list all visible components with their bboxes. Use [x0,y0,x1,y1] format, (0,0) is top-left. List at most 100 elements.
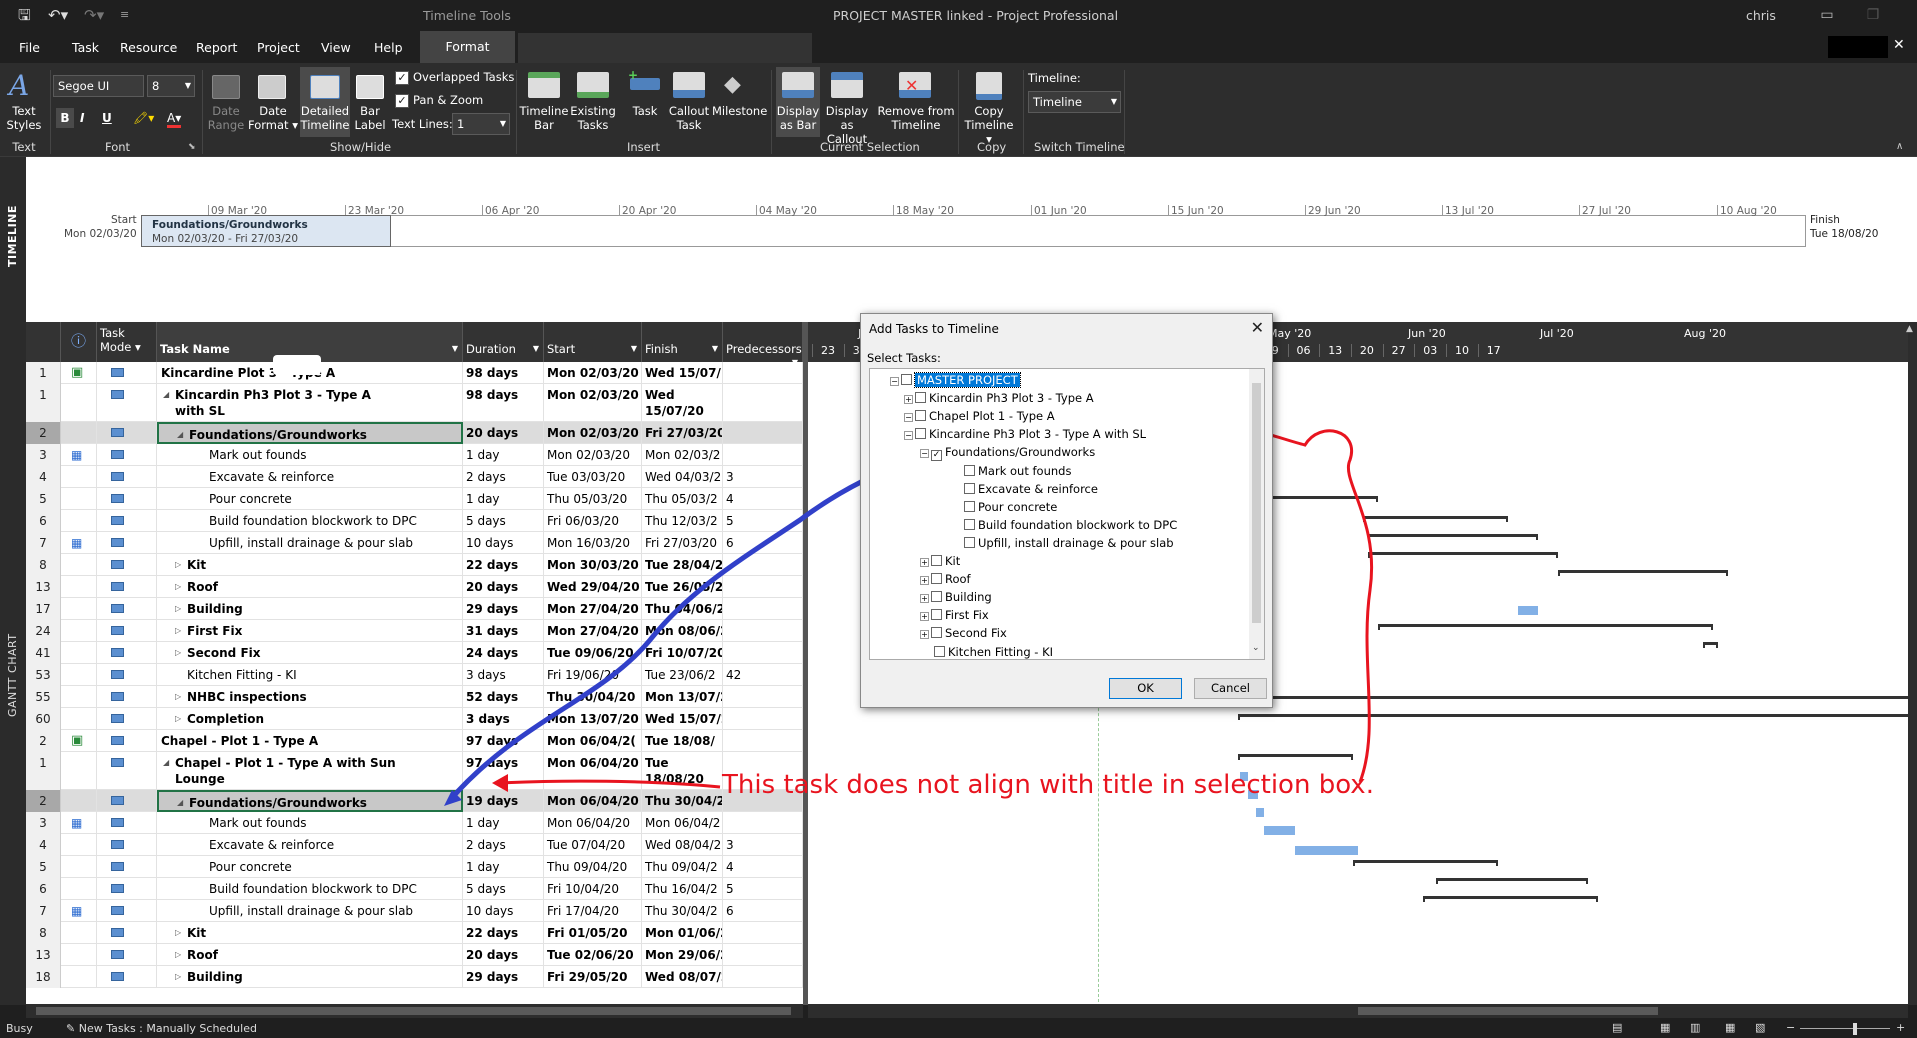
tree-checkbox[interactable]: ✓ [931,450,942,462]
task-mode-cell[interactable] [97,834,157,856]
predecessors-cell[interactable] [723,384,803,422]
task-mode-cell[interactable] [97,900,157,922]
tree-checkbox[interactable] [915,410,926,422]
view-report-icon[interactable]: ▧ [1755,1021,1765,1034]
task-name-cell[interactable]: Mark out founds [157,812,463,834]
row-id[interactable]: 13 [26,944,61,966]
row-id[interactable]: 6 [26,878,61,900]
duration-cell[interactable]: 3 days [463,708,544,730]
row-id[interactable]: 6 [26,510,61,532]
row-id[interactable]: 1 [26,752,61,790]
task-name-cell[interactable]: Build foundation blockwork to DPC [157,878,463,900]
table-row[interactable]: 8 ▷ Kit 22 days Fri 01/05/20 Mon 01/06/2 [26,922,803,944]
task-mode-cell[interactable] [97,362,157,384]
ribbon-options-icon[interactable]: ▭ [1804,0,1850,31]
text-styles-button[interactable]: Text Styles [4,104,44,132]
duration-cell[interactable]: 1 day [463,856,544,878]
tree-item[interactable]: − ✓ Foundations/Groundworks [920,443,1095,462]
table-row[interactable]: 53 Kitchen Fitting - KI 3 days Fri 19/06/20… [26,664,803,686]
predecessors-cell[interactable] [723,730,803,752]
duration-cell[interactable]: 20 days [463,944,544,966]
summary-bar[interactable] [1558,570,1728,576]
expand-icon[interactable]: + [920,630,929,640]
table-row[interactable]: 41 ▷ Second Fix 24 days Tue 09/06/20 Fri 10/0… [26,642,803,664]
tree-checkbox[interactable] [931,573,942,585]
expand-icon[interactable]: ▷ [175,708,181,730]
table-row[interactable]: 7 ▦ Upfill, install drainage & pour slab 10… [26,900,803,922]
expand-icon[interactable]: ▷ [175,598,181,620]
predecessors-cell[interactable] [723,576,803,598]
finish-cell[interactable]: Thu 09/04/2 [642,856,723,878]
start-cell[interactable]: Fri 10/04/20 [544,878,642,900]
start-cell[interactable]: Mon 06/04/20 [544,812,642,834]
collapse-icon[interactable]: − [890,377,899,386]
row-id[interactable]: 2 [26,422,61,444]
row-id[interactable]: 8 [26,554,61,576]
finish-cell[interactable]: Thu 30/04/20 [642,790,723,812]
italic-button[interactable]: I [80,108,84,128]
summary-bar[interactable] [1238,714,1908,720]
user-name[interactable]: chris [1746,8,1776,23]
start-cell[interactable]: Tue 02/06/20 [544,944,642,966]
tree-item[interactable]: − Chapel Plot 1 - Type A [904,407,1055,425]
summary-bar[interactable] [1238,696,1908,702]
grid-scroll-thumb[interactable] [36,1007,791,1015]
start-cell[interactable]: Mon 06/04/20 [544,752,642,790]
tree-checkbox[interactable] [915,428,926,440]
row-id[interactable]: 7 [26,532,61,554]
start-cell[interactable]: Fri 01/05/20 [544,922,642,944]
chart-scroll-thumb[interactable] [1358,1007,1658,1015]
task-name-cell[interactable]: Upfill, install drainage & pour slab [157,532,463,554]
date-format-button[interactable]: Date Format ▾ [248,104,298,132]
duration-cell[interactable]: 2 days [463,466,544,488]
task-name-cell[interactable]: Mark out founds [157,444,463,466]
predecessors-cell[interactable] [723,708,803,730]
finish-cell[interactable]: Tue 28/04/2 [642,554,723,576]
tree-checkbox[interactable] [931,627,942,639]
start-cell[interactable]: Thu 05/03/20 [544,488,642,510]
expand-icon[interactable]: ▷ [175,922,181,944]
row-id[interactable]: 13 [26,576,61,598]
start-cell[interactable]: Mon 02/03/20 [544,444,642,466]
table-row[interactable]: 13 ▷ Roof 20 days Wed 29/04/20 Tue 26/05/2 [26,576,803,598]
start-cell[interactable]: Mon 06/04/20 [544,790,642,812]
start-cell[interactable]: Mon 06/04/2( [544,730,642,752]
task-mode-cell[interactable] [97,856,157,878]
duration-cell[interactable]: 5 days [463,510,544,532]
task-name-cell[interactable]: ▷ Roof [157,576,463,598]
finish-cell[interactable]: Fri 27/03/20 [642,422,723,444]
tab-format[interactable]: Format [420,31,515,63]
duration-cell[interactable]: 31 days [463,620,544,642]
expand-icon[interactable]: ▷ [175,554,181,576]
row-id[interactable]: 5 [26,856,61,878]
tree-scroll-thumb[interactable] [1252,383,1261,623]
view-team-planner-icon[interactable]: ▥ [1690,1021,1700,1034]
finish-cell[interactable]: Mon 13/07/2 [642,686,723,708]
predecessors-cell[interactable] [723,598,803,620]
expand-icon[interactable]: ▷ [175,576,181,598]
header-finish[interactable]: Finish ▼ [642,322,723,362]
row-id[interactable]: 4 [26,466,61,488]
table-row[interactable]: 17 ▷ Building 29 days Mon 27/04/20 Thu 04/06/… [26,598,803,620]
duration-cell[interactable]: 20 days [463,422,544,444]
start-cell[interactable]: Fri 29/05/20 [544,966,642,988]
header-predecessors[interactable]: Predecessors▼ [723,322,803,367]
task-mode-cell[interactable] [97,790,157,812]
timeline-task-bar[interactable]: Foundations/Groundworks Mon 02/03/20 - F… [141,215,391,247]
task-mode-cell[interactable] [97,664,157,686]
callout-task-button[interactable]: Callout Task [664,104,714,132]
predecessors-cell[interactable]: 5 [723,510,803,532]
row-id[interactable]: 60 [26,708,61,730]
predecessors-cell[interactable] [723,944,803,966]
row-id[interactable]: 5 [26,488,61,510]
zoom-slider[interactable] [1800,1028,1890,1029]
task-name-cell[interactable]: ▷ Kit [157,922,463,944]
task-mode-cell[interactable] [97,444,157,466]
summary-bar[interactable] [1270,496,1378,502]
finish-cell[interactable]: Wed 04/03/2 [642,466,723,488]
view-task-usage-icon[interactable]: ▦ [1660,1021,1670,1034]
collapse-ribbon-icon[interactable]: ∧ [1896,141,1903,152]
status-new-tasks[interactable]: ✎ New Tasks : Manually Scheduled [66,1022,257,1035]
task-name-cell[interactable]: Upfill, install drainage & pour slab [157,900,463,922]
task-mode-cell[interactable] [97,488,157,510]
